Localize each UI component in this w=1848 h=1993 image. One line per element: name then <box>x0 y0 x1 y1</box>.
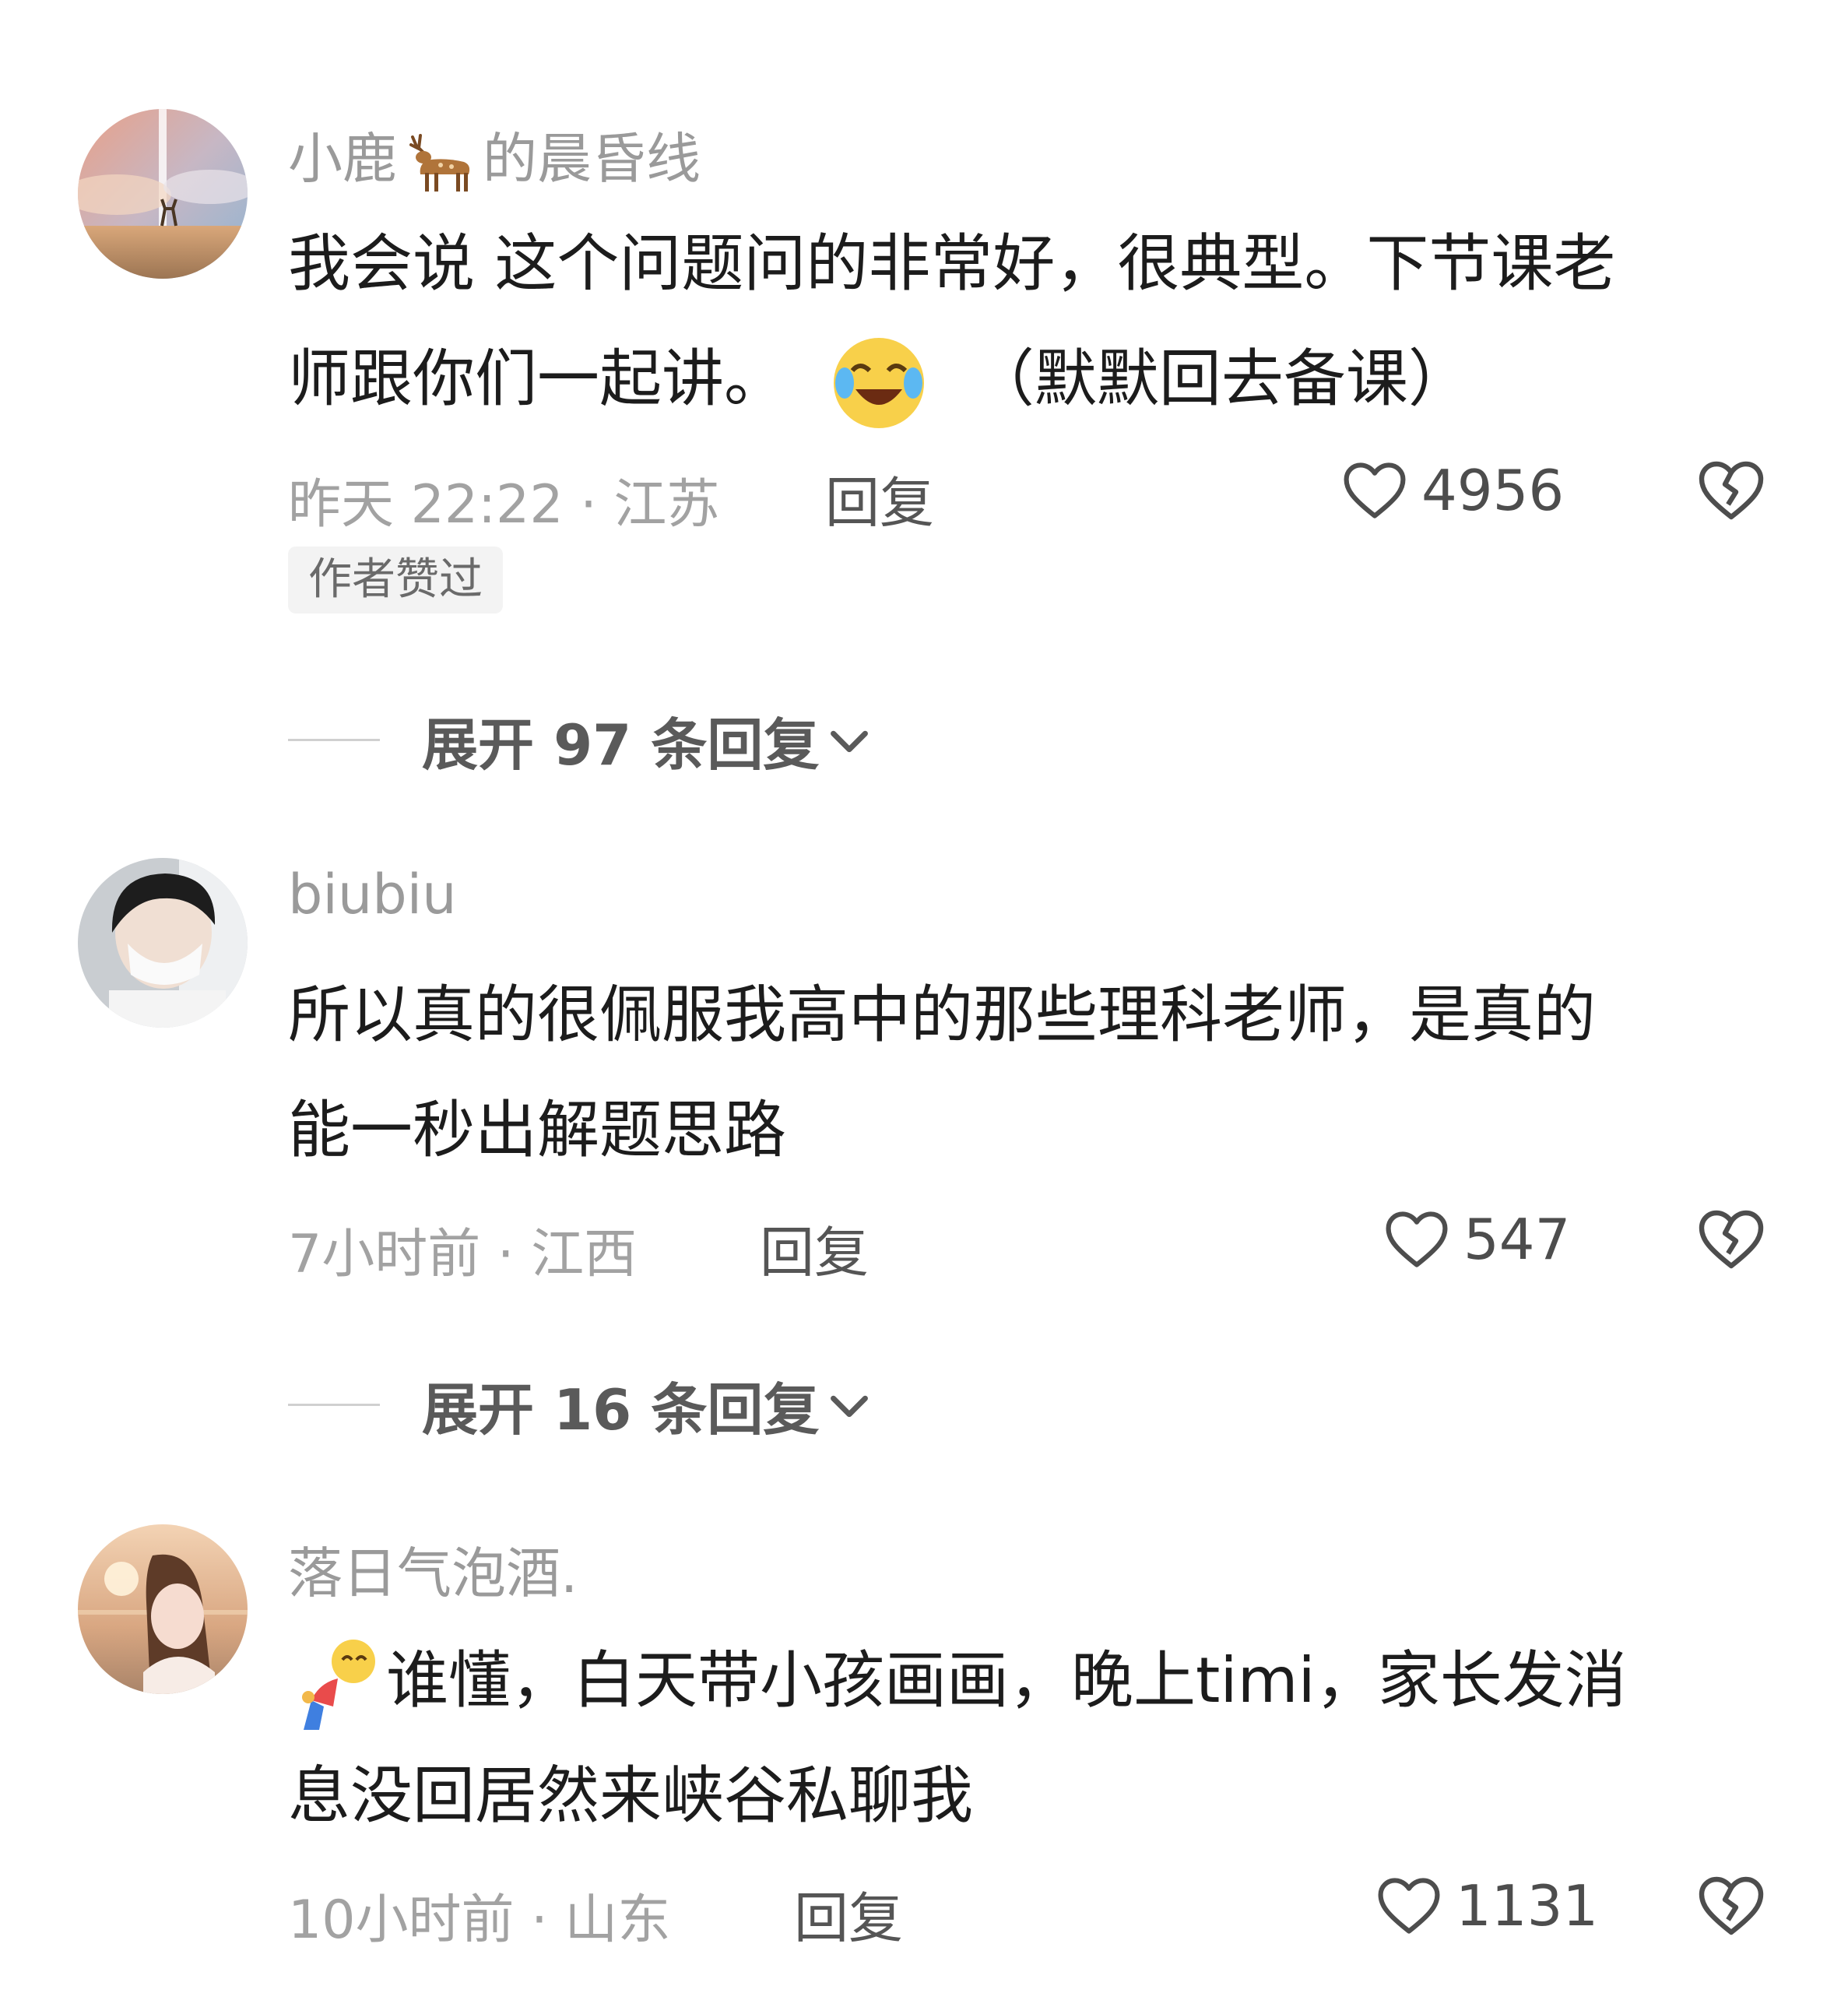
comment-line: 息没回居然来峡谷私聊我 <box>288 1759 973 1832</box>
like-button[interactable]: 4956 <box>1339 455 1564 526</box>
avatar[interactable] <box>78 1524 248 1694</box>
heart-outline-icon <box>1344 462 1406 518</box>
comment-line: 能一秒出解题思路 <box>288 1094 786 1166</box>
comment-line-part: 师跟你们一起讲。 <box>288 343 786 415</box>
broken-heart-icon[interactable] <box>1694 1202 1769 1277</box>
comment-text: 所以真的很佩服我高中的那些理科老师，是真的 能一秒出解题思路 <box>288 958 1775 1188</box>
chevron-down-icon <box>831 1395 869 1417</box>
like-count: 547 <box>1463 1207 1571 1272</box>
comment-line: 我会说 这个问题问的非常好，很典型。下节课老 <box>288 227 1616 300</box>
heart-outline-icon <box>1386 1211 1448 1267</box>
expand-replies-label: 展开 97 条回复 <box>422 712 820 778</box>
author-liked-badge: 作者赞过 <box>288 547 503 613</box>
comment-text: 谁懂，白天带小孩画画，晚上timi，家长发消 息没回居然来峡谷私聊我 <box>288 1623 1775 1854</box>
username-suffix: 的晨昏线 <box>483 127 701 191</box>
like-button[interactable]: 547 <box>1381 1204 1570 1275</box>
reply-button[interactable]: 回复 <box>794 1875 903 1953</box>
like-button[interactable]: 1131 <box>1373 1870 1598 1942</box>
username[interactable]: biubiu <box>288 863 457 926</box>
deer-emoji <box>397 131 483 195</box>
comment-meta: 7小时前 · 江西 <box>288 1224 638 1285</box>
comment-line-part: （默默回去备课） <box>971 343 1470 415</box>
comment-meta: 10小时前 · 山东 <box>288 1889 671 1951</box>
like-count: 4956 <box>1421 458 1565 523</box>
bowing-emoji <box>288 1636 381 1733</box>
chevron-down-icon <box>831 730 869 752</box>
comment-line-part: 谁懂，白天带小孩画画，晚上timi，家长发消 <box>386 1644 1627 1717</box>
broken-heart-icon[interactable] <box>1694 1868 1769 1943</box>
expand-replies-label: 展开 16 条回复 <box>422 1377 820 1443</box>
reply-button[interactable]: 回复 <box>825 459 934 538</box>
divider-line <box>288 1404 380 1406</box>
like-count: 1131 <box>1456 1873 1599 1939</box>
expand-replies-button[interactable]: 展开 16 条回复 <box>288 1364 877 1446</box>
avatar[interactable] <box>78 109 248 279</box>
avatar[interactable] <box>78 858 248 1028</box>
reply-button[interactable]: 回复 <box>760 1209 869 1288</box>
comment-line: 谁懂，白天带小孩画画，晚上timi，家长发消 <box>288 1623 1775 1738</box>
heart-outline-icon <box>1378 1878 1440 1934</box>
broken-heart-icon[interactable] <box>1694 453 1769 528</box>
comment-line: 所以真的很佩服我高中的那些理科老师，是真的 <box>288 979 1596 1051</box>
comment-text: 我会说 这个问题问的非常好，很典型。下节课老 师跟你们一起讲。 （默默回去备课） <box>288 206 1775 437</box>
crying-laughing-emoji <box>829 333 929 433</box>
divider-line <box>288 739 380 741</box>
comment-meta: 昨天 22:22 · 江苏 <box>288 474 720 536</box>
username[interactable]: 小鹿 的晨昏线 <box>288 115 701 195</box>
username[interactable]: 落日气泡酒. <box>288 1530 578 1608</box>
username-prefix: 小鹿 <box>288 127 397 191</box>
comment-line: 师跟你们一起讲。 （默默回去备课） <box>288 322 1775 437</box>
expand-replies-button[interactable]: 展开 97 条回复 <box>288 699 877 781</box>
